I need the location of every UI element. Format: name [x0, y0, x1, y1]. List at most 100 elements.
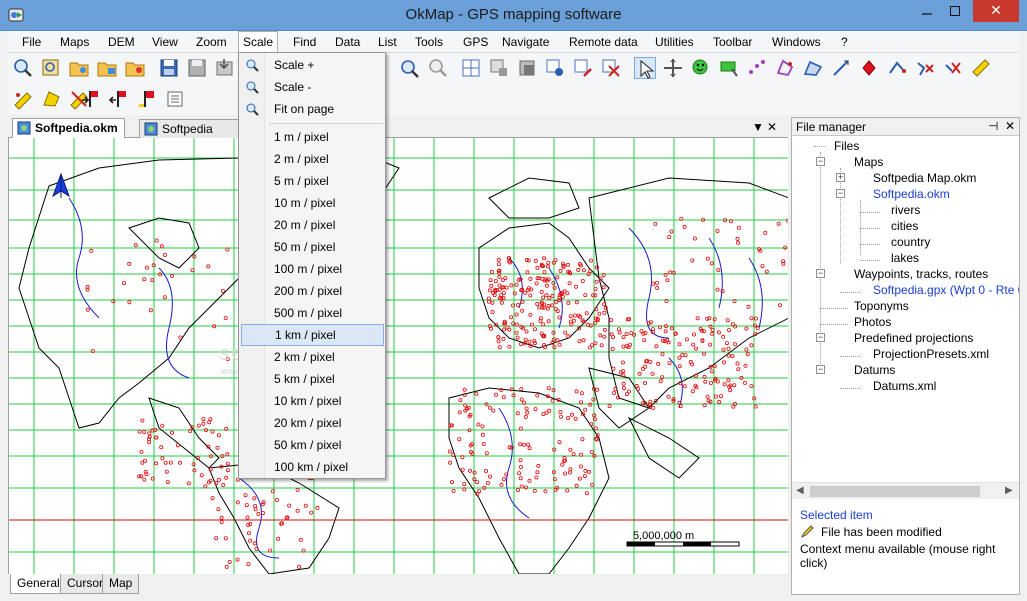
tree-projection-presets[interactable]: ProjectionPresets.xml — [873, 346, 989, 362]
close-button[interactable]: ✕ — [973, 0, 1019, 22]
menu-item-100km[interactable]: 100 km / pixel — [241, 456, 384, 478]
menu-data[interactable]: Data — [331, 31, 364, 53]
folder-gps-icon[interactable] — [124, 57, 146, 79]
measure-icon[interactable] — [12, 88, 34, 110]
menu-item-5m[interactable]: 5 m / pixel — [241, 170, 384, 192]
collapse-maps-icon[interactable]: − — [816, 157, 825, 166]
tree-waypoints[interactable]: Waypoints, tracks, routes — [854, 266, 988, 282]
properties-icon[interactable] — [164, 88, 186, 110]
menu-item-1km[interactable]: 1 km / pixel — [241, 324, 384, 346]
folder-map-icon[interactable] — [96, 57, 118, 79]
folder-open-icon[interactable] — [68, 57, 90, 79]
move-icon[interactable] — [662, 57, 684, 79]
scroll-right-icon[interactable]: ▶ — [1005, 485, 1013, 496]
menu-item-scale-plus[interactable]: Scale + — [241, 54, 384, 76]
flag-end-icon[interactable] — [108, 88, 130, 110]
ruler-icon[interactable] — [970, 57, 992, 79]
zoom-1-1-icon[interactable] — [426, 57, 448, 79]
open-map-button[interactable] — [12, 57, 34, 79]
menu-toolbar[interactable]: Toolbar — [709, 31, 756, 53]
select-cursor-icon[interactable] — [634, 57, 656, 79]
measure-area-icon[interactable] — [40, 88, 62, 110]
menu-item-2m[interactable]: 2 m / pixel — [241, 148, 384, 170]
expand-map1-icon[interactable]: + — [836, 173, 845, 182]
track-delete-icon[interactable] — [942, 57, 964, 79]
tree-horizontal-scrollbar[interactable]: ◀ ▶ — [792, 482, 1019, 499]
menu-dem[interactable]: DEM — [104, 31, 139, 53]
tree-map-softpedia-map[interactable]: Softpedia Map.okm — [873, 170, 976, 186]
world-map[interactable]: 5,000,000 m SOFTPEDIA www.softpedia.com — [9, 138, 788, 574]
menu-list[interactable]: List — [374, 31, 401, 53]
tree-layer-country[interactable]: country — [891, 234, 930, 250]
zoom-area-icon[interactable] — [398, 57, 420, 79]
menu-item-fit-on-page[interactable]: Fit on page — [241, 98, 384, 120]
map-info-button[interactable] — [40, 57, 62, 79]
track-layer-icon[interactable] — [600, 57, 622, 79]
menu-item-50km[interactable]: 50 km / pixel — [241, 434, 384, 456]
map-canvas[interactable]: 5,000,000 m SOFTPEDIA www.softpedia.com — [8, 138, 788, 574]
waypoint-red-icon[interactable] — [858, 57, 880, 79]
menu-file[interactable]: File — [18, 31, 45, 53]
panel-close-icon[interactable]: ✕ — [1005, 119, 1015, 133]
menu-zoom[interactable]: Zoom — [192, 31, 231, 53]
save-gps-icon[interactable] — [186, 57, 208, 79]
menu-item-200m[interactable]: 200 m / pixel — [241, 280, 384, 302]
tree-datums-file[interactable]: Datums.xml — [873, 378, 936, 394]
menu-item-20km[interactable]: 20 km / pixel — [241, 412, 384, 434]
track-edit-icon[interactable] — [914, 57, 936, 79]
menu-maps[interactable]: Maps — [56, 31, 93, 53]
draw-points-icon[interactable] — [746, 57, 768, 79]
tab-map[interactable]: Map — [102, 574, 140, 594]
menu-item-100m[interactable]: 100 m / pixel — [241, 258, 384, 280]
export-icon[interactable] — [214, 57, 236, 79]
tab-close-icon[interactable]: ✕ — [767, 120, 777, 134]
menu-help[interactable]: ? — [837, 31, 852, 53]
grid-settings-icon[interactable] — [488, 57, 510, 79]
tree-layer-lakes[interactable]: lakes — [891, 250, 919, 266]
menu-item-10m[interactable]: 10 m / pixel — [241, 192, 384, 214]
tab-general[interactable]: General — [10, 574, 67, 594]
flag-icon[interactable] — [136, 88, 158, 110]
menu-navigate[interactable]: Navigate — [498, 31, 553, 53]
menu-item-50m[interactable]: 50 m / pixel — [241, 236, 384, 258]
menu-item-2km[interactable]: 2 km / pixel — [241, 346, 384, 368]
menu-utilities[interactable]: Utilities — [651, 31, 698, 53]
waypoint-layer-icon[interactable] — [544, 57, 566, 79]
menu-gps[interactable]: GPS — [459, 31, 492, 53]
menu-item-10km[interactable]: 10 km / pixel — [241, 390, 384, 412]
overlay-icon[interactable] — [516, 57, 538, 79]
pin-icon[interactable]: ⊣ — [988, 119, 998, 133]
draw-line-icon[interactable] — [830, 57, 852, 79]
menu-find[interactable]: Find — [289, 31, 320, 53]
draw-polygon-icon[interactable] — [774, 57, 796, 79]
menu-item-500m[interactable]: 500 m / pixel — [241, 302, 384, 324]
collapse-datums-icon[interactable]: − — [816, 365, 825, 374]
tree-datums[interactable]: Datums — [854, 362, 895, 378]
maximize-button[interactable] — [941, 0, 969, 22]
collapse-map2-icon[interactable]: − — [836, 189, 845, 198]
menu-item-scale-minus[interactable]: Scale - — [241, 76, 384, 98]
tree-layer-rivers[interactable]: rivers — [891, 202, 920, 218]
tab-softpedia-okm[interactable]: Softpedia.okm — [12, 118, 125, 139]
collapse-waypoints-icon[interactable]: − — [816, 269, 825, 278]
tree-photos[interactable]: Photos — [854, 314, 891, 330]
tree-files[interactable]: Files — [834, 138, 859, 154]
route-layer-icon[interactable] — [572, 57, 594, 79]
tree-layer-cities[interactable]: cities — [891, 218, 918, 234]
tree-map-softpedia-okm[interactable]: Softpedia.okm — [873, 186, 950, 202]
menu-item-20m[interactable]: 20 m / pixel — [241, 214, 384, 236]
save-icon[interactable] — [158, 57, 180, 79]
menu-view[interactable]: View — [148, 31, 182, 53]
scrollbar-thumb[interactable] — [810, 486, 980, 497]
route-blue-icon[interactable] — [886, 57, 908, 79]
menu-remote-data[interactable]: Remote data — [565, 31, 642, 53]
menu-item-5km[interactable]: 5 km / pixel — [241, 368, 384, 390]
gps-live-icon[interactable] — [690, 57, 712, 79]
menu-scale[interactable]: Scale — [238, 31, 279, 53]
menu-item-1m[interactable]: 1 m / pixel — [241, 126, 384, 148]
label-edit-icon[interactable] — [718, 57, 740, 79]
scroll-left-icon[interactable]: ◀ — [796, 485, 804, 496]
menu-windows[interactable]: Windows — [768, 31, 825, 53]
grid-icon[interactable] — [460, 57, 482, 79]
minimize-button[interactable] — [913, 0, 941, 22]
